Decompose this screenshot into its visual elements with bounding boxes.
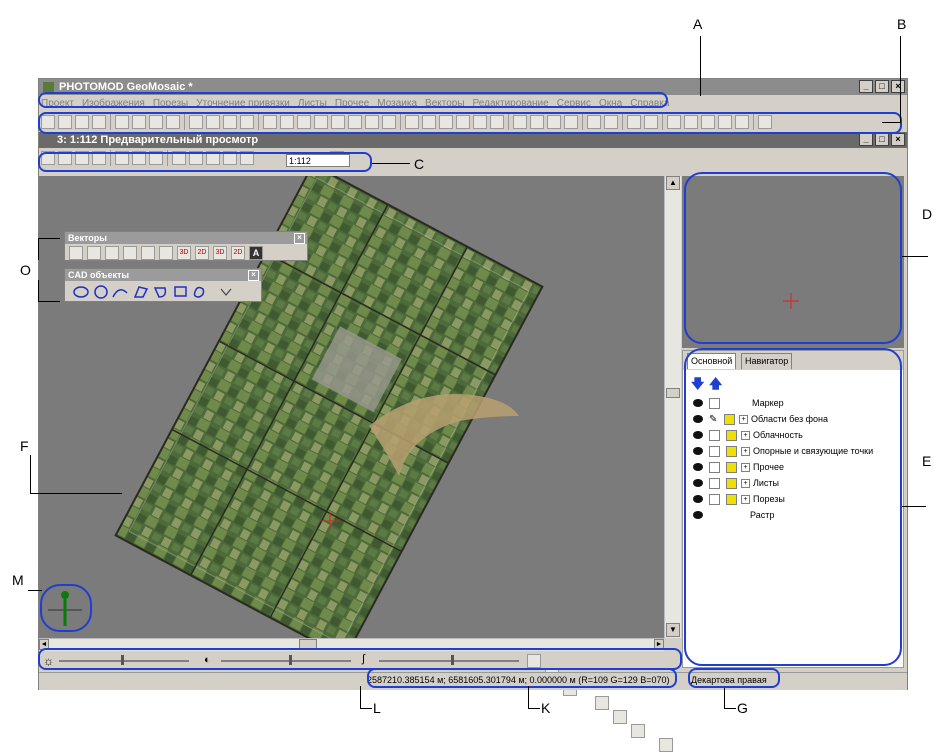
callout-line-c: [372, 163, 410, 164]
sector-tool-icon[interactable]: [153, 287, 167, 298]
polygon-icon[interactable]: [105, 246, 119, 260]
preview-close-button[interactable]: ×: [891, 133, 905, 146]
scroll-thumb-vertical[interactable]: [666, 388, 680, 398]
cad-panel-close-icon[interactable]: ×: [248, 270, 259, 281]
view-eye-button[interactable]: [595, 696, 609, 710]
vector-3d-alt-icon[interactable]: 3D: [213, 246, 227, 260]
callout-d: D: [922, 206, 933, 222]
callout-line-d: [902, 256, 928, 257]
callout-line-g: [724, 688, 725, 708]
callout-line-o3: [38, 280, 39, 302]
vectors-panel-label: Векторы: [68, 233, 107, 243]
callout-line-l2: [360, 708, 372, 709]
highlight-d: [684, 172, 902, 344]
callout-line-o1: [38, 238, 60, 239]
dropdown-chevron-icon[interactable]: [220, 288, 232, 296]
arc-tool-icon[interactable]: [112, 289, 128, 298]
preview-minimize-button[interactable]: _: [859, 133, 873, 146]
scroll-up-icon[interactable]: ▲: [666, 176, 680, 190]
callout-line-g2: [724, 708, 736, 709]
vertical-scrollbar[interactable]: ▲ ▼: [664, 176, 681, 638]
callout-line-m: [28, 590, 42, 605]
callout-line-l: [360, 686, 361, 708]
cad-panel-label: CAD объекты: [68, 270, 130, 280]
polyline-icon[interactable]: [87, 246, 101, 260]
callout-k: K: [541, 700, 551, 716]
vectors-panel-title: Векторы ×: [65, 232, 307, 244]
callout-line-o4: [38, 301, 60, 302]
scroll-down-icon[interactable]: ▼: [666, 623, 680, 637]
cad-panel-title: CAD объекты ×: [65, 269, 261, 281]
layer-view-alt-button[interactable]: [631, 724, 645, 738]
callout-line-a: [700, 36, 701, 96]
vector-3d-icon[interactable]: 3D: [177, 246, 191, 260]
callout-l: L: [373, 700, 381, 716]
highlight-m: [40, 584, 92, 632]
ellipse-tool-icon[interactable]: [73, 286, 89, 298]
rectangle-tool-icon[interactable]: [174, 286, 187, 297]
highlight-a: [38, 92, 668, 108]
callout-c: C: [414, 156, 425, 172]
vectors-tools: 3D 2D 3D 2D A: [65, 244, 307, 262]
callout-m: M: [12, 572, 24, 588]
app-logo-icon: [43, 82, 54, 92]
callout-line-o2: [38, 238, 39, 260]
vector-2d-alt-icon[interactable]: 2D: [231, 246, 245, 260]
maximize-button[interactable]: □: [875, 80, 889, 93]
highlight-c: [38, 152, 372, 172]
reset-adjust-button[interactable]: [659, 738, 673, 752]
vectors-panel-close-icon[interactable]: ×: [294, 233, 305, 244]
curve-tool-icon[interactable]: [193, 286, 205, 298]
vectors-panel: Векторы × 3D 2D 3D 2D A: [64, 231, 308, 261]
cad-panel: CAD объекты ×: [64, 268, 262, 302]
highlight-g: [688, 668, 780, 688]
cad-tools: [73, 285, 232, 299]
highlight-e: [684, 348, 902, 666]
callout-o: O: [20, 262, 31, 278]
polygon-tool-icon[interactable]: [133, 286, 149, 298]
preview-title: 3: 1:112 Предварительный просмотр: [57, 134, 259, 146]
corner-icon[interactable]: [123, 246, 137, 260]
callout-line-k2: [528, 708, 540, 709]
callout-a: A: [693, 16, 703, 32]
callout-f: F: [20, 438, 29, 454]
highlight-k: [367, 668, 677, 688]
preview-titlebar: 3: 1:112 Предварительный просмотр _ □ ×: [39, 132, 907, 148]
preview-maximize-button[interactable]: □: [875, 133, 889, 146]
callout-line-k: [528, 686, 529, 708]
callout-b: B: [897, 16, 907, 32]
minimize-button[interactable]: _: [859, 80, 873, 93]
callout-line-f2: [30, 493, 122, 494]
callout-line-b2: [882, 122, 901, 123]
callout-line-e: [902, 506, 926, 507]
callout-line-f: [30, 455, 31, 493]
edit-vector-icon[interactable]: [159, 246, 173, 260]
circle-tool-icon[interactable]: [94, 285, 108, 299]
vector-2d-icon[interactable]: 2D: [195, 246, 209, 260]
add-points-icon[interactable]: [69, 246, 83, 260]
callout-g: G: [737, 700, 748, 716]
highlight-b: [38, 112, 902, 134]
text-tool-icon[interactable]: A: [249, 246, 263, 260]
layer-view-button[interactable]: [613, 710, 627, 724]
line-icon[interactable]: [141, 246, 155, 260]
highlight-l: [38, 648, 682, 670]
callout-line-b: [900, 36, 901, 122]
close-button[interactable]: ×: [891, 80, 905, 93]
callout-e: E: [922, 453, 932, 469]
